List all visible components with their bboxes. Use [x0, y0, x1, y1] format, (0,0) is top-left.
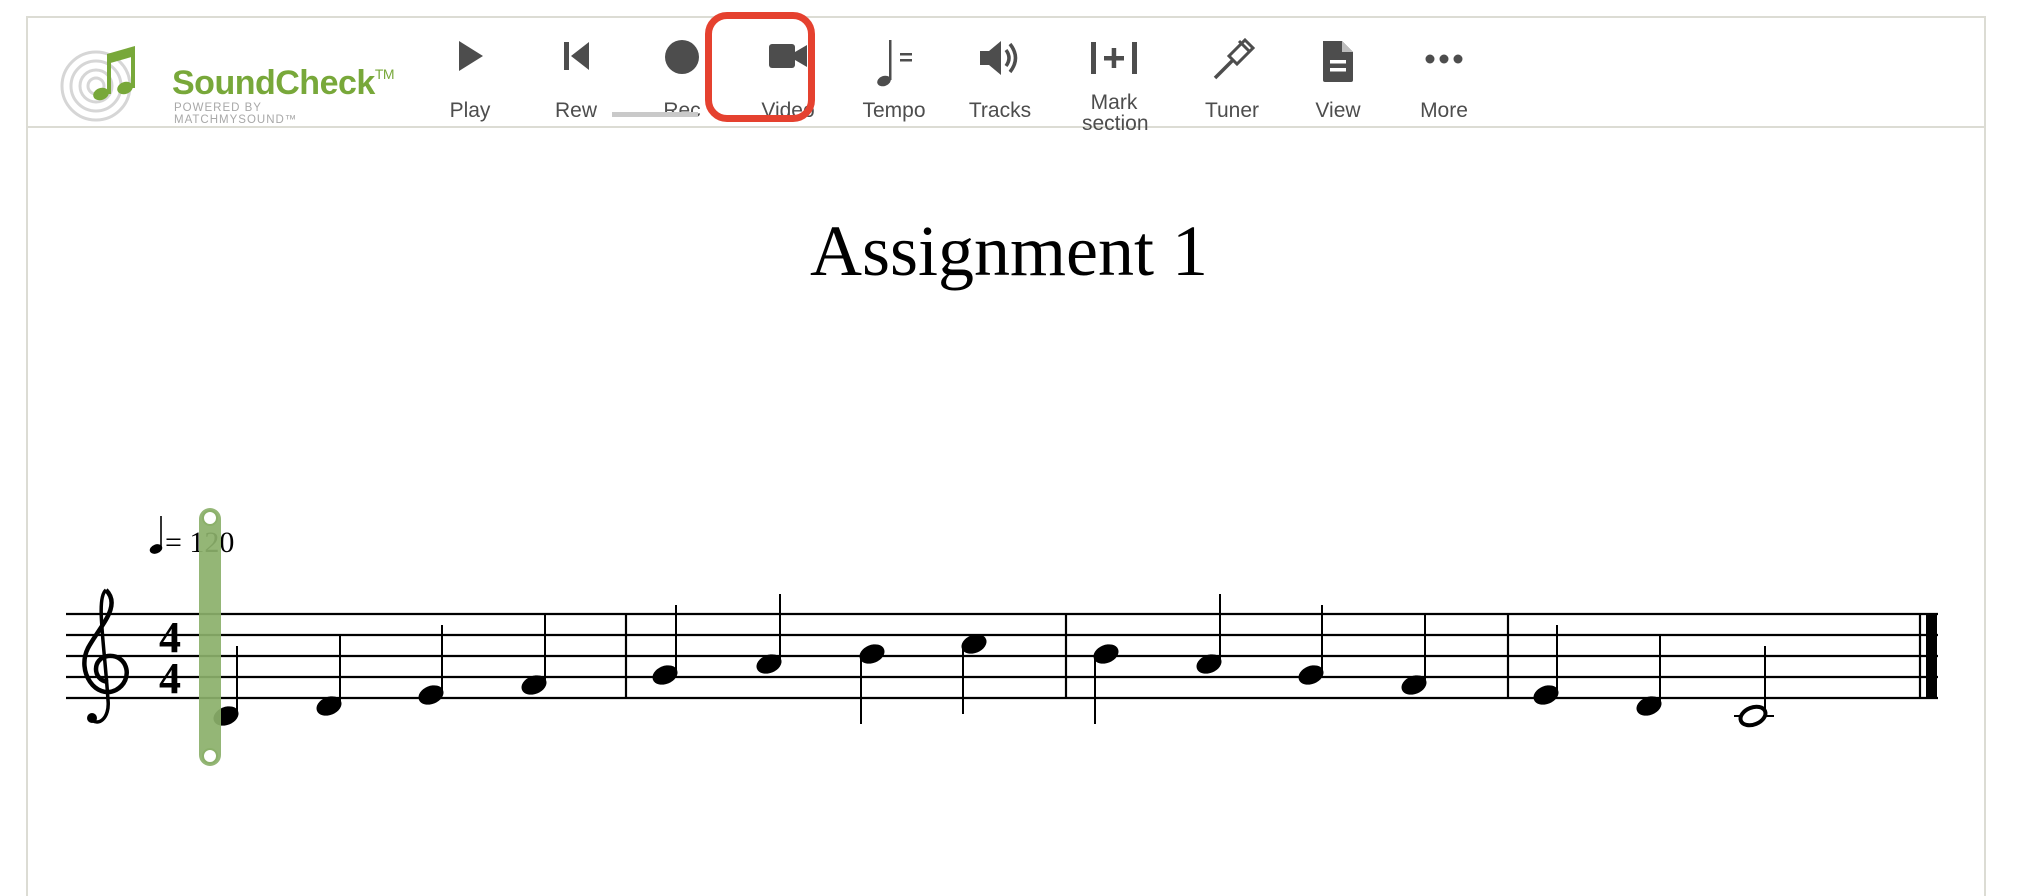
- playback-cursor[interactable]: [199, 508, 221, 766]
- music-score: 4 4 = 120: [66, 508, 1938, 766]
- note: [1093, 644, 1119, 724]
- note: [418, 625, 444, 705]
- half-note: [1734, 646, 1774, 728]
- tempo-marking: = 120: [149, 516, 234, 559]
- note: [1298, 605, 1324, 685]
- note: [652, 605, 678, 685]
- note: [961, 634, 987, 714]
- time-signature-bottom: 4: [159, 654, 181, 703]
- staff: [66, 612, 1938, 700]
- final-barline: [1926, 614, 1937, 698]
- note: [1533, 625, 1559, 705]
- note: [859, 644, 885, 724]
